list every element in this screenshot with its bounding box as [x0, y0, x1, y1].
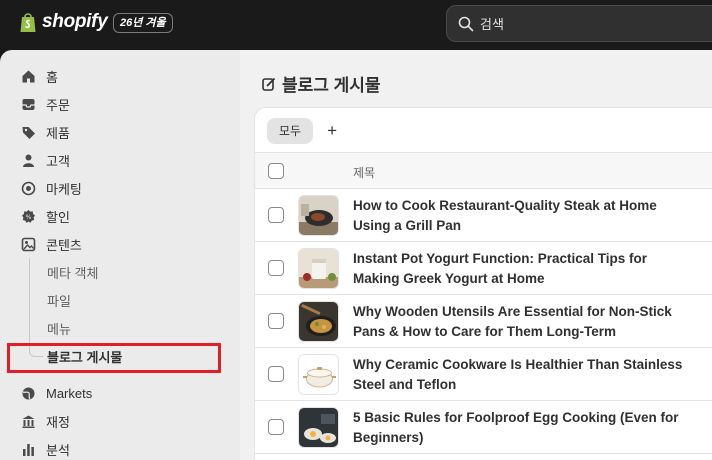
content-icon — [21, 237, 36, 251]
sidebar-subitem-label: 메뉴 — [47, 321, 71, 337]
post-title[interactable]: 5 Basic Rules for Foolproof Egg Cooking … — [353, 408, 683, 448]
post-thumbnail — [298, 195, 339, 236]
row-checkbox[interactable] — [268, 260, 284, 276]
search-icon — [458, 16, 474, 31]
bank-icon — [22, 415, 35, 428]
post-thumbnail — [298, 354, 339, 395]
sidebar-item-label: Markets — [46, 385, 93, 401]
view-tabs: 모두 + — [267, 118, 337, 144]
person-icon — [23, 154, 34, 167]
edit-icon — [262, 77, 276, 91]
sidebar-item-label: 주문 — [46, 97, 70, 113]
sidebar-item-customers[interactable]: 고객 — [0, 146, 240, 174]
sidebar-item-finance[interactable]: 재정 — [0, 407, 240, 435]
search-placeholder: 검색 — [480, 17, 504, 32]
sidebar-item-label: 분석 — [46, 442, 70, 458]
sidebar-item-analytics[interactable]: 분석 — [0, 435, 240, 460]
table-row[interactable]: Why Wooden Utensils Are Essential for No… — [255, 295, 712, 348]
edition-badge: 26년 겨울 — [113, 13, 173, 33]
add-view-button[interactable]: + — [327, 118, 337, 144]
table-header: 제목 — [255, 152, 712, 189]
brand-name: shopify — [42, 11, 108, 32]
sidebar-item-marketing[interactable]: 마케팅 — [0, 174, 240, 202]
sidebar-item-content[interactable]: 콘텐츠 — [0, 230, 240, 258]
discount-icon: % — [22, 209, 35, 223]
row-checkbox[interactable] — [268, 419, 284, 435]
home-icon — [22, 70, 35, 82]
sidebar-subitem-metaobjects[interactable]: 메타 객체 — [47, 258, 98, 286]
post-thumbnail — [298, 248, 339, 289]
post-title[interactable]: Why Wooden Utensils Are Essential for No… — [353, 302, 683, 342]
table-row[interactable]: How to Cook Restaurant-Quality Steak at … — [255, 189, 712, 242]
highlight-annotation — [7, 343, 221, 373]
sidebar-item-label: 제품 — [46, 125, 70, 141]
row-checkbox[interactable] — [268, 207, 284, 223]
search-input[interactable]: 검색 — [446, 5, 712, 42]
sidebar-item-discounts[interactable]: % 할인 — [0, 202, 240, 230]
row-checkbox[interactable] — [268, 366, 284, 382]
sidebar-item-label: 할인 — [46, 209, 70, 225]
column-header-title: 제목 — [353, 166, 376, 180]
table-row[interactable]: Instant Pot Yogurt Function: Practical T… — [255, 242, 712, 295]
tag-icon — [22, 126, 35, 139]
target-icon — [21, 181, 36, 195]
sidebar-item-markets[interactable]: Markets — [0, 379, 240, 407]
sidebar-item-orders[interactable]: 주문 — [0, 90, 240, 118]
blog-posts-card: 모두 + 제목 How to Cook Restaurant-Quality S… — [254, 107, 712, 460]
post-thumbnail — [298, 407, 339, 448]
sidebar-item-home[interactable]: 홈 — [0, 62, 240, 90]
shopping-bag-icon — [20, 13, 36, 32]
select-all-checkbox[interactable] — [268, 163, 284, 179]
inbox-icon — [22, 98, 35, 110]
sidebar-item-label: 재정 — [46, 414, 70, 430]
table-row[interactable]: 5 Basic Rules for Foolproof Egg Cooking … — [255, 401, 712, 454]
sidebar-subitem-label: 파일 — [47, 293, 71, 309]
post-title[interactable]: Why Ceramic Cookware Is Healthier Than S… — [353, 355, 683, 395]
sidebar-item-label: 고객 — [46, 153, 70, 169]
post-title[interactable]: Instant Pot Yogurt Function: Practical T… — [353, 249, 683, 289]
post-thumbnail — [298, 301, 339, 342]
sidebar-item-label: 홈 — [46, 69, 58, 85]
bar-chart-icon — [23, 443, 34, 456]
sidebar: 홈 주문 제품 고객 마케팅 % 할인 콘텐츠 메타 객체 파일 메뉴 블로그 … — [0, 50, 240, 460]
svg-text:%: % — [26, 214, 32, 221]
sidebar-item-label: 콘텐츠 — [46, 237, 82, 253]
page-title: 블로그 게시물 — [262, 71, 381, 96]
sidebar-item-label: 마케팅 — [46, 181, 82, 197]
page-title-text: 블로그 게시물 — [282, 76, 381, 95]
main-content: 블로그 게시물 모두 + 제목 How to Cook Restaurant-Q… — [240, 50, 712, 460]
tab-all[interactable]: 모두 — [267, 118, 314, 144]
sidebar-subitem-files[interactable]: 파일 — [47, 286, 71, 314]
sidebar-subitem-label: 메타 객체 — [47, 265, 99, 281]
top-bar: shopify 26년 겨울 검색 — [0, 0, 712, 50]
post-title[interactable]: How to Cook Restaurant-Quality Steak at … — [353, 196, 683, 236]
submenu-tree-line — [29, 258, 30, 354]
sidebar-item-products[interactable]: 제품 — [0, 118, 240, 146]
globe-icon — [22, 387, 35, 399]
table-row[interactable]: Why Ceramic Cookware Is Healthier Than S… — [255, 348, 712, 401]
shopify-logo[interactable]: shopify — [19, 11, 108, 33]
sidebar-subitem-menus[interactable]: 메뉴 — [47, 314, 71, 342]
row-checkbox[interactable] — [268, 313, 284, 329]
